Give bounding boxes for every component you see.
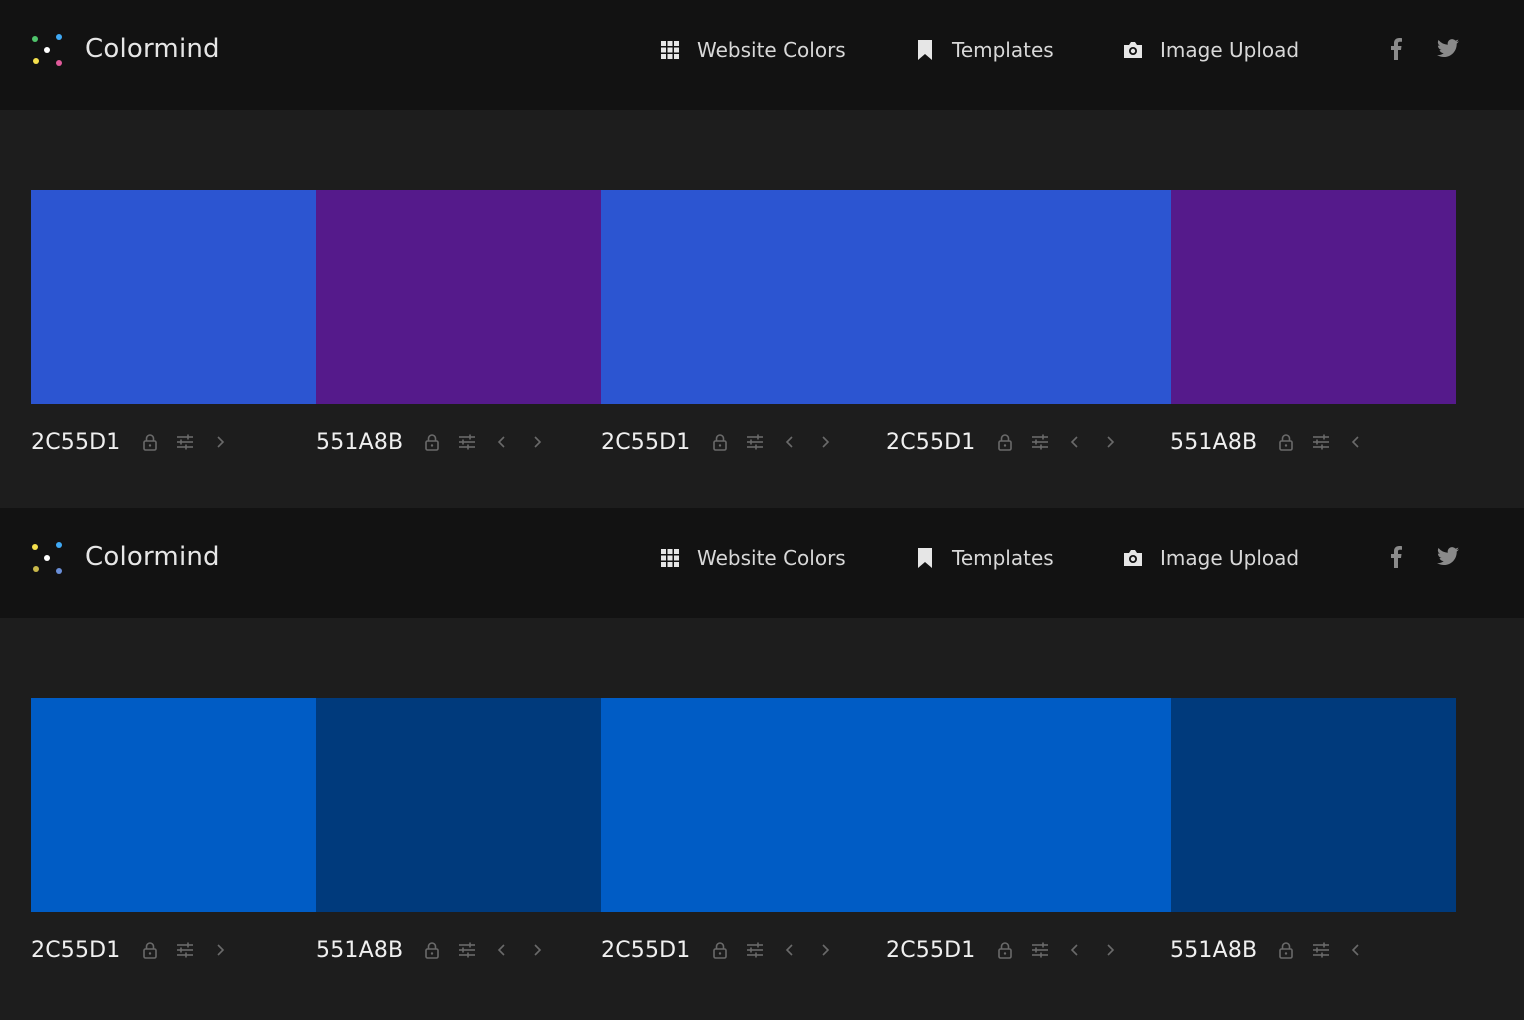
bookmark-icon: [914, 39, 936, 61]
top-navbar: Colormind Website Colors Templates Image…: [0, 0, 1524, 110]
swatch-controls-5: 551A8B: [1170, 426, 1382, 458]
color-palette: [31, 698, 1456, 912]
swatch-controls-3: 2C55D1: [601, 426, 851, 458]
chevron-right-icon[interactable]: [211, 941, 229, 959]
lock-icon[interactable]: [141, 433, 159, 451]
sliders-icon[interactable]: [458, 433, 476, 451]
nav-templates[interactable]: Templates: [914, 36, 1054, 64]
hex-label[interactable]: 2C55D1: [601, 430, 691, 455]
chevron-right-icon[interactable]: [528, 941, 546, 959]
nav-image-upload-label: Image Upload: [1160, 38, 1300, 62]
chevron-right-icon[interactable]: [528, 433, 546, 451]
chevron-left-icon[interactable]: [1347, 941, 1365, 959]
colormind-screen-1: Colormind Website Colors Templates Image…: [0, 0, 1524, 508]
lock-icon[interactable]: [423, 433, 441, 451]
sliders-icon[interactable]: [746, 433, 764, 451]
sliders-icon[interactable]: [176, 941, 194, 959]
chevron-left-icon[interactable]: [781, 433, 799, 451]
twitter-icon[interactable]: [1436, 545, 1460, 569]
nav-website-colors[interactable]: Website Colors: [659, 36, 846, 64]
lock-icon[interactable]: [423, 941, 441, 959]
lock-icon[interactable]: [996, 433, 1014, 451]
sliders-icon[interactable]: [458, 941, 476, 959]
nav-templates-label: Templates: [952, 546, 1054, 570]
color-swatch-2[interactable]: [316, 190, 601, 404]
brand-name[interactable]: Colormind: [85, 542, 220, 572]
hex-label[interactable]: 551A8B: [316, 938, 403, 963]
swatch-controls-2: 551A8B: [316, 426, 563, 458]
swatch-controls-4: 2C55D1: [886, 426, 1136, 458]
color-swatch-3-4[interactable]: [601, 698, 1171, 912]
sliders-icon[interactable]: [1031, 433, 1049, 451]
hex-label[interactable]: 2C55D1: [601, 938, 691, 963]
top-navbar: Colormind Website Colors Templates Image…: [0, 508, 1524, 618]
twitter-icon[interactable]: [1436, 37, 1460, 61]
hex-label[interactable]: 551A8B: [316, 430, 403, 455]
hex-label[interactable]: 2C55D1: [886, 430, 976, 455]
hex-label[interactable]: 2C55D1: [31, 430, 121, 455]
bookmark-icon: [914, 547, 936, 569]
nav-website-colors[interactable]: Website Colors: [659, 544, 846, 572]
swatch-controls-2: 551A8B: [316, 934, 563, 966]
nav-image-upload[interactable]: Image Upload: [1122, 544, 1299, 572]
lock-icon[interactable]: [1277, 941, 1295, 959]
chevron-right-icon[interactable]: [816, 941, 834, 959]
lock-icon[interactable]: [1277, 433, 1295, 451]
facebook-icon[interactable]: [1384, 37, 1408, 61]
nav-website-colors-label: Website Colors: [697, 546, 846, 570]
sliders-icon[interactable]: [1031, 941, 1049, 959]
chevron-left-icon[interactable]: [1066, 941, 1084, 959]
chevron-right-icon[interactable]: [211, 433, 229, 451]
colormind-logo[interactable]: [30, 541, 66, 577]
brand-name[interactable]: Colormind: [85, 34, 220, 64]
swatch-controls-4: 2C55D1: [886, 934, 1136, 966]
color-swatch-3-4[interactable]: [601, 190, 1171, 404]
chevron-left-icon[interactable]: [493, 941, 511, 959]
color-palette: [31, 190, 1456, 404]
hex-label[interactable]: 2C55D1: [31, 938, 121, 963]
swatch-controls-row: 2C55D1 551A8B 2C55D1 2C55D1 551A8B: [31, 934, 1491, 966]
swatch-controls-1: 2C55D1: [31, 426, 246, 458]
swatch-controls-3: 2C55D1: [601, 934, 851, 966]
nav-image-upload[interactable]: Image Upload: [1122, 36, 1299, 64]
chevron-right-icon[interactable]: [816, 433, 834, 451]
chevron-left-icon[interactable]: [1066, 433, 1084, 451]
grid-icon: [659, 39, 681, 61]
nav-templates-label: Templates: [952, 38, 1054, 62]
lock-icon[interactable]: [711, 941, 729, 959]
color-swatch-1[interactable]: [31, 190, 316, 404]
lock-icon[interactable]: [996, 941, 1014, 959]
nav-website-colors-label: Website Colors: [697, 38, 846, 62]
color-swatch-2[interactable]: [316, 698, 601, 912]
colormind-logo[interactable]: [30, 33, 66, 69]
color-swatch-5[interactable]: [1171, 190, 1456, 404]
chevron-right-icon[interactable]: [1101, 433, 1119, 451]
chevron-left-icon[interactable]: [1347, 433, 1365, 451]
chevron-left-icon[interactable]: [781, 941, 799, 959]
color-swatch-1[interactable]: [31, 698, 316, 912]
color-swatch-5[interactable]: [1171, 698, 1456, 912]
nav-templates[interactable]: Templates: [914, 544, 1054, 572]
grid-icon: [659, 547, 681, 569]
hex-label[interactable]: 2C55D1: [886, 938, 976, 963]
swatch-controls-5: 551A8B: [1170, 934, 1382, 966]
chevron-left-icon[interactable]: [493, 433, 511, 451]
swatch-controls-1: 2C55D1: [31, 934, 246, 966]
lock-icon[interactable]: [711, 433, 729, 451]
sliders-icon[interactable]: [1312, 433, 1330, 451]
hex-label[interactable]: 551A8B: [1170, 430, 1257, 455]
sliders-icon[interactable]: [1312, 941, 1330, 959]
facebook-icon[interactable]: [1384, 545, 1408, 569]
sliders-icon[interactable]: [746, 941, 764, 959]
swatch-controls-row: 2C55D1 551A8B 2C55D1 2C55D1 551A8B: [31, 426, 1491, 458]
lock-icon[interactable]: [141, 941, 159, 959]
hex-label[interactable]: 551A8B: [1170, 938, 1257, 963]
chevron-right-icon[interactable]: [1101, 941, 1119, 959]
nav-image-upload-label: Image Upload: [1160, 546, 1300, 570]
camera-icon: [1122, 39, 1144, 61]
camera-icon: [1122, 547, 1144, 569]
colormind-screen-2: Colormind Website Colors Templates Image…: [0, 508, 1524, 1020]
sliders-icon[interactable]: [176, 433, 194, 451]
